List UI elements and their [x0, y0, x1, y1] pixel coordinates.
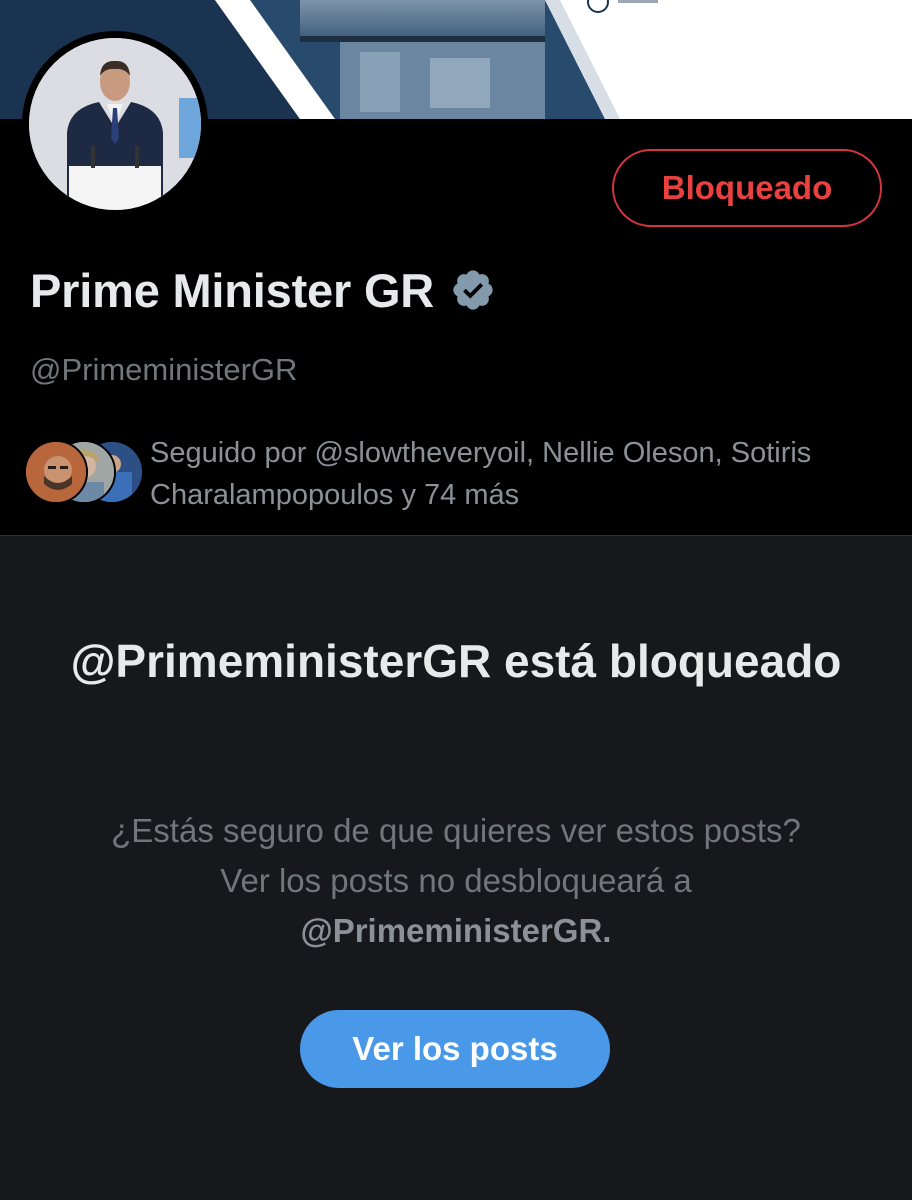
- section-divider: [0, 535, 912, 536]
- blocked-notice-description: ¿Estás seguro de que quieres ver estos p…: [100, 806, 812, 956]
- display-name-text: Prime Minister GR: [30, 263, 435, 317]
- blocked-button[interactable]: Bloqueado: [612, 149, 882, 227]
- follower-avatar: [24, 440, 88, 504]
- followers-avatar-stack[interactable]: [24, 440, 144, 504]
- followed-by-text[interactable]: Seguido por @slowtheveryoil, Nellie Oles…: [150, 432, 890, 516]
- profile-avatar[interactable]: [22, 31, 208, 217]
- avatar-photo: [29, 38, 201, 210]
- profile-display-name: Prime Minister GR: [30, 262, 496, 318]
- view-posts-button[interactable]: Ver los posts: [300, 1010, 610, 1088]
- blocked-description-handle: @PrimeministerGR.: [300, 912, 612, 949]
- blocked-notice-title: @PrimeministerGR está bloqueado: [70, 635, 842, 687]
- verified-badge-icon[interactable]: [450, 267, 496, 313]
- blocked-description-text: ¿Estás seguro de que quieres ver estos p…: [111, 812, 801, 899]
- profile-handle: @PrimeministerGR: [30, 352, 298, 387]
